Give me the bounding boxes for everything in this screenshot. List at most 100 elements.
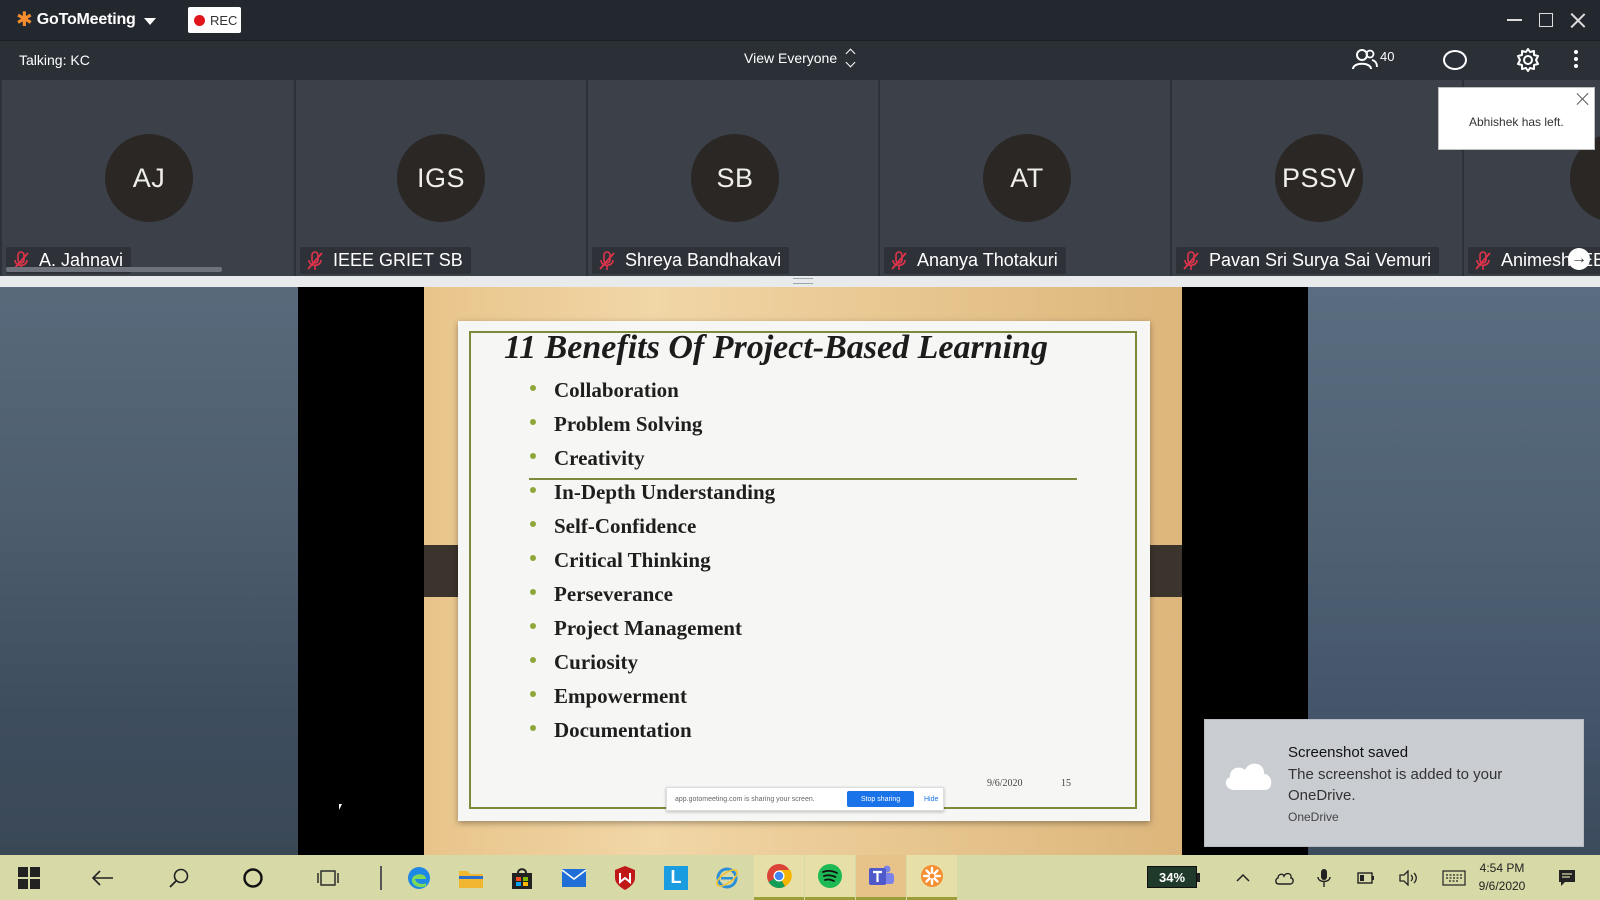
settings-button[interactable] [1515, 47, 1541, 78]
mail-icon [561, 868, 587, 887]
title-bar: ✱ GoToMeeting REC [0, 0, 1600, 40]
toast-source: OneDrive [1288, 810, 1339, 824]
shield-icon [615, 865, 635, 890]
onedrive-notification[interactable]: Screenshot saved The screenshot is added… [1204, 719, 1584, 847]
slide-bullet-list: Collaboration Problem Solving Creativity… [530, 375, 775, 749]
avatar: SB [691, 134, 779, 222]
microphone-tray-button[interactable] [1313, 867, 1335, 889]
folder-icon [459, 870, 483, 888]
participant-nametag: Ananya Thotakuri [884, 247, 1066, 274]
task-view-button[interactable] [303, 855, 353, 900]
show-hidden-icons-button[interactable] [1232, 867, 1254, 889]
slide-title: 11 Benefits Of Project-Based Learning [504, 329, 1048, 366]
minimize-button[interactable] [1498, 0, 1530, 40]
slide-background: 11 Benefits Of Project-Based Learning Co… [424, 287, 1182, 855]
chrome-icon [767, 864, 792, 889]
list-item: Project Management [530, 613, 775, 647]
touch-keyboard-button[interactable] [1441, 867, 1467, 889]
meeting-toolbar: Talking: KC View Everyone 40 [0, 40, 1600, 80]
mouse-cursor-icon [339, 804, 342, 810]
participant-name: Shreya Bandhakavi [625, 250, 782, 270]
app-l-button[interactable]: L [651, 855, 701, 900]
record-dot-icon [194, 14, 205, 26]
cortana-button[interactable] [228, 855, 278, 900]
chevron-up-icon [1236, 873, 1250, 882]
hide-share-bar-button[interactable]: Hide [924, 796, 938, 803]
participant-name: Pavan Sri Surya Sai Vemuri [1209, 250, 1432, 270]
search-icon [169, 868, 189, 888]
speaker-icon [1399, 870, 1417, 886]
gotomeeting-taskbar-button[interactable] [907, 855, 957, 900]
battery-indicator[interactable]: 34% [1147, 866, 1200, 888]
close-notification-button[interactable] [1576, 92, 1590, 106]
back-button[interactable] [78, 855, 128, 900]
participants-button[interactable]: 40 [1352, 47, 1394, 75]
keyboard-icon [1442, 870, 1466, 886]
task-view-icon [317, 869, 339, 886]
action-center-button[interactable] [1556, 867, 1578, 889]
taskbar-clock[interactable]: 4:54 PM 9/6/2020 [1470, 859, 1534, 895]
edge-icon [408, 866, 430, 889]
participant-tile[interactable]: PSSV Pavan Sri Surya Sai Vemuri [1170, 80, 1462, 276]
internet-explorer-icon [715, 867, 739, 888]
gotomeeting-logo-icon: ✱ [16, 9, 33, 31]
cloud-icon [1225, 763, 1272, 790]
gear-icon [1517, 48, 1539, 72]
spotify-button[interactable] [805, 855, 855, 900]
internet-explorer-button[interactable] [702, 855, 752, 900]
next-participants-button[interactable]: → [1568, 248, 1590, 270]
list-item: Perseverance [530, 579, 775, 613]
participant-name: Ananya Thotakuri [917, 250, 1058, 270]
strip-scrollbar[interactable] [6, 267, 222, 272]
list-item: Creativity [530, 443, 775, 477]
file-explorer-button[interactable] [446, 855, 496, 900]
notification-text: Abhishek has left. [1469, 115, 1564, 129]
edge-browser-button[interactable] [394, 855, 444, 900]
participant-count: 40 [1380, 49, 1395, 64]
app-menu-button[interactable]: ✱ GoToMeeting [16, 0, 156, 40]
muted-mic-icon [599, 250, 615, 270]
recording-badge[interactable]: REC [188, 7, 241, 33]
arrow-right-icon: → [1571, 250, 1587, 267]
windows-logo-icon [18, 866, 40, 889]
volume-button[interactable] [1398, 867, 1420, 889]
participant-tile[interactable]: IGS IEEE GRIET SB [294, 80, 586, 276]
shared-screen: 11 Benefits Of Project-Based Learning Co… [298, 287, 1308, 855]
start-button[interactable] [4, 855, 54, 900]
stop-sharing-button[interactable]: Stop sharing [847, 791, 914, 807]
list-item: In-Depth Understanding [530, 477, 775, 511]
microphone-icon [1317, 869, 1331, 887]
app-name: GoToMeeting [36, 11, 136, 28]
list-item: Critical Thinking [530, 545, 775, 579]
chat-button[interactable] [1443, 50, 1467, 70]
toast-body: The screenshot is added to your OneDrive… [1288, 766, 1503, 804]
participant-tile[interactable]: AT Ananya Thotakuri [878, 80, 1170, 276]
participant-tile[interactable]: AJ A. Jahnavi [0, 80, 292, 276]
search-button[interactable] [154, 855, 204, 900]
chrome-button[interactable] [754, 855, 804, 900]
teams-button[interactable] [856, 855, 906, 900]
more-options-button[interactable] [1574, 50, 1578, 68]
store-button[interactable] [497, 855, 547, 900]
avatar: AJ [105, 134, 193, 222]
share-message: app.gotomeeting.com is sharing your scre… [675, 795, 815, 803]
close-window-button[interactable] [1562, 0, 1594, 40]
muted-mic-icon [1475, 250, 1491, 270]
battery-percent: 34% [1158, 869, 1186, 885]
maximize-icon [1539, 13, 1553, 27]
view-selector[interactable]: View Everyone [744, 48, 856, 68]
strip-resize-handle[interactable] [0, 276, 1600, 287]
power-tray-button[interactable] [1355, 867, 1377, 889]
onedrive-tray-button[interactable] [1273, 867, 1295, 889]
screen-share-bar: app.gotomeeting.com is sharing your scre… [666, 787, 944, 811]
cortana-circle-icon [243, 867, 263, 888]
participant-nametag: Shreya Bandhakavi [592, 247, 790, 274]
notification-icon [1559, 870, 1575, 886]
mcafee-button[interactable] [600, 855, 650, 900]
slide-date: 9/6/2020 [987, 778, 1023, 789]
avatar: PSSV [1275, 134, 1363, 222]
maximize-button[interactable] [1530, 0, 1562, 40]
participant-name: IEEE GRIET SB [333, 250, 463, 270]
mail-button[interactable] [549, 855, 599, 900]
participant-tile[interactable]: SB Shreya Bandhakavi [586, 80, 878, 276]
